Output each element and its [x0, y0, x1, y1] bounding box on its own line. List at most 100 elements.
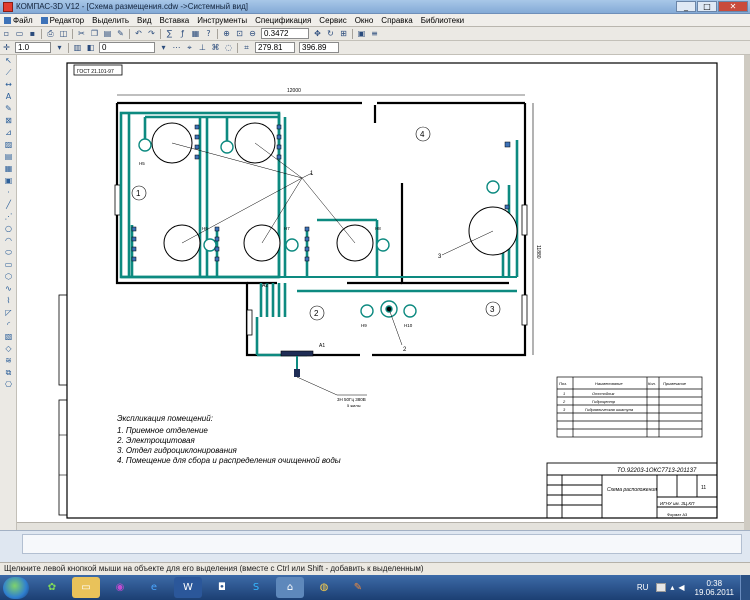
copy-icon[interactable]: ❐ [89, 28, 100, 39]
circle-icon[interactable]: ○ [3, 224, 14, 235]
spec-icon[interactable]: ▤ [3, 152, 14, 163]
drawing-canvas[interactable]: ГОСТ 21.101-97 12000 11880 1 2 3 4 Н5 Н6… [17, 55, 750, 530]
paste-icon[interactable]: ▤ [102, 28, 113, 39]
auxiliary-line-icon[interactable]: ⋰ [3, 212, 14, 223]
polygon-icon[interactable]: ⬡ [3, 272, 14, 283]
point-icon[interactable]: · [3, 188, 14, 199]
collection-icon[interactable]: ⧉ [3, 368, 14, 379]
contour-icon[interactable]: ◇ [3, 344, 14, 355]
minimize-button[interactable]: _ [676, 1, 696, 12]
start-button[interactable] [3, 576, 29, 599]
spline-icon[interactable]: ∿ [3, 284, 14, 295]
coords-icon[interactable]: ⌗ [241, 42, 252, 53]
line-scale-field[interactable] [15, 42, 51, 53]
menu-help[interactable]: Справка [377, 16, 416, 25]
pan-icon[interactable]: ✥ [312, 28, 323, 39]
layer-icon[interactable]: ◧ [85, 42, 96, 53]
menu-tools[interactable]: Инструменты [193, 16, 251, 25]
properties-area[interactable] [22, 534, 742, 554]
insert-icon[interactable]: ▣ [3, 176, 14, 187]
equidistant-icon[interactable]: ≋ [3, 356, 14, 367]
volume-icon[interactable]: ◀ [678, 583, 684, 592]
cut-icon[interactable]: ✂ [76, 28, 87, 39]
select-icon[interactable]: ↖ [3, 56, 14, 67]
zoom-all-icon[interactable]: ⊞ [338, 28, 349, 39]
coord-x-field[interactable] [255, 42, 295, 53]
polyline-icon[interactable]: ⌇ [3, 296, 14, 307]
clock[interactable]: 0:38 19.06.2011 [695, 579, 734, 597]
ellipse-icon[interactable]: ⬭ [3, 248, 14, 259]
undo-icon[interactable]: ↶ [133, 28, 144, 39]
properties-icon[interactable]: ▦ [190, 28, 201, 39]
format-icon[interactable]: ✎ [115, 28, 126, 39]
layer-field[interactable] [99, 42, 155, 53]
zoom-in-icon[interactable]: ⊕ [221, 28, 232, 39]
print-icon[interactable]: ⎙ [45, 28, 56, 39]
menu-specification[interactable]: Спецификация [251, 16, 315, 25]
explorer-icon[interactable]: ▭ [72, 577, 100, 598]
menu-select[interactable]: Выделить [88, 16, 133, 25]
fillet-icon[interactable]: ◜ [3, 320, 14, 331]
new-document-icon[interactable]: ▫ [1, 28, 12, 39]
word-icon[interactable]: W [174, 577, 202, 598]
skype-icon[interactable]: S [242, 577, 270, 598]
maximize-button[interactable]: □ [697, 1, 717, 12]
redo-icon[interactable]: ↷ [146, 28, 157, 39]
chrome-icon[interactable]: ◍ [310, 577, 338, 598]
formula-icon[interactable]: ƒ [177, 28, 188, 39]
kompas-icon[interactable]: ⌂ [276, 577, 304, 598]
reports-icon[interactable]: ▦ [3, 164, 14, 175]
dimensions-icon[interactable]: ↔ [3, 80, 14, 91]
menu-libraries[interactable]: Библиотеки [417, 16, 468, 25]
menu-file[interactable]: Файл [0, 16, 37, 25]
media-icon[interactable]: ◉ [106, 577, 134, 598]
zoom-out-icon[interactable]: ⊖ [247, 28, 258, 39]
snap-icon[interactable]: ⌖ [184, 42, 195, 53]
sweetpotato-icon[interactable]: ✿ [38, 577, 66, 598]
preview-icon[interactable]: ◫ [58, 28, 69, 39]
hatch-icon[interactable]: ▧ [3, 332, 14, 343]
chamfer-icon[interactable]: ◸ [3, 308, 14, 319]
zoom-window-icon[interactable]: ⊡ [234, 28, 245, 39]
show-desktop-button[interactable] [740, 575, 750, 600]
ortho-icon[interactable]: ⊥ [197, 42, 208, 53]
close-button[interactable]: ✕ [718, 1, 748, 12]
language-indicator[interactable]: RU [637, 583, 649, 592]
menu-window[interactable]: Окно [351, 16, 378, 25]
vertical-scrollbar[interactable] [744, 55, 750, 530]
rectangle-icon[interactable]: ▭ [3, 260, 14, 271]
menu-insert[interactable]: Вставка [156, 16, 194, 25]
cursor-step-icon[interactable]: ✛ [1, 42, 12, 53]
geometry-icon[interactable]: ⟋ [3, 68, 14, 79]
segment-icon[interactable]: ╱ [3, 200, 14, 211]
variables-icon[interactable]: ∑ [164, 28, 175, 39]
camera-icon[interactable]: ◘ [208, 577, 236, 598]
local-cs-icon[interactable]: ⌘ [210, 42, 221, 53]
layers-icon[interactable]: ≡ [369, 28, 380, 39]
state-icon[interactable]: ▥ [72, 42, 83, 53]
round-icon[interactable]: ◌ [223, 42, 234, 53]
horizontal-scrollbar[interactable] [17, 522, 744, 530]
zoom-field[interactable] [261, 28, 309, 39]
arc-icon[interactable]: ◠ [3, 236, 14, 247]
open-folder-icon[interactable]: ▭ [14, 28, 25, 39]
chevron-down-icon[interactable]: ▾ [54, 42, 65, 53]
save-icon[interactable]: ▪ [27, 28, 38, 39]
notation-icon[interactable]: A [3, 92, 14, 103]
ie-icon[interactable]: e [140, 577, 168, 598]
help-icon[interactable]: ? [203, 28, 214, 39]
coord-y-field[interactable] [299, 42, 339, 53]
parametrization-icon[interactable]: ⊠ [3, 116, 14, 127]
edit-icon[interactable]: ✎ [3, 104, 14, 115]
view-manager-icon[interactable]: ▣ [356, 28, 367, 39]
menu-view[interactable]: Вид [133, 16, 155, 25]
menu-service[interactable]: Сервис [315, 16, 350, 25]
refresh-icon[interactable]: ↻ [325, 28, 336, 39]
chevron-down-icon[interactable]: ▾ [158, 42, 169, 53]
grid-icon[interactable]: ⋯ [171, 42, 182, 53]
selection-icon[interactable]: ▨ [3, 140, 14, 151]
network-icon[interactable]: ▴ [670, 583, 674, 592]
measure-icon[interactable]: ⊿ [3, 128, 14, 139]
menu-editor[interactable]: Редактор [37, 16, 88, 25]
macro-icon[interactable]: ⎔ [3, 380, 14, 391]
